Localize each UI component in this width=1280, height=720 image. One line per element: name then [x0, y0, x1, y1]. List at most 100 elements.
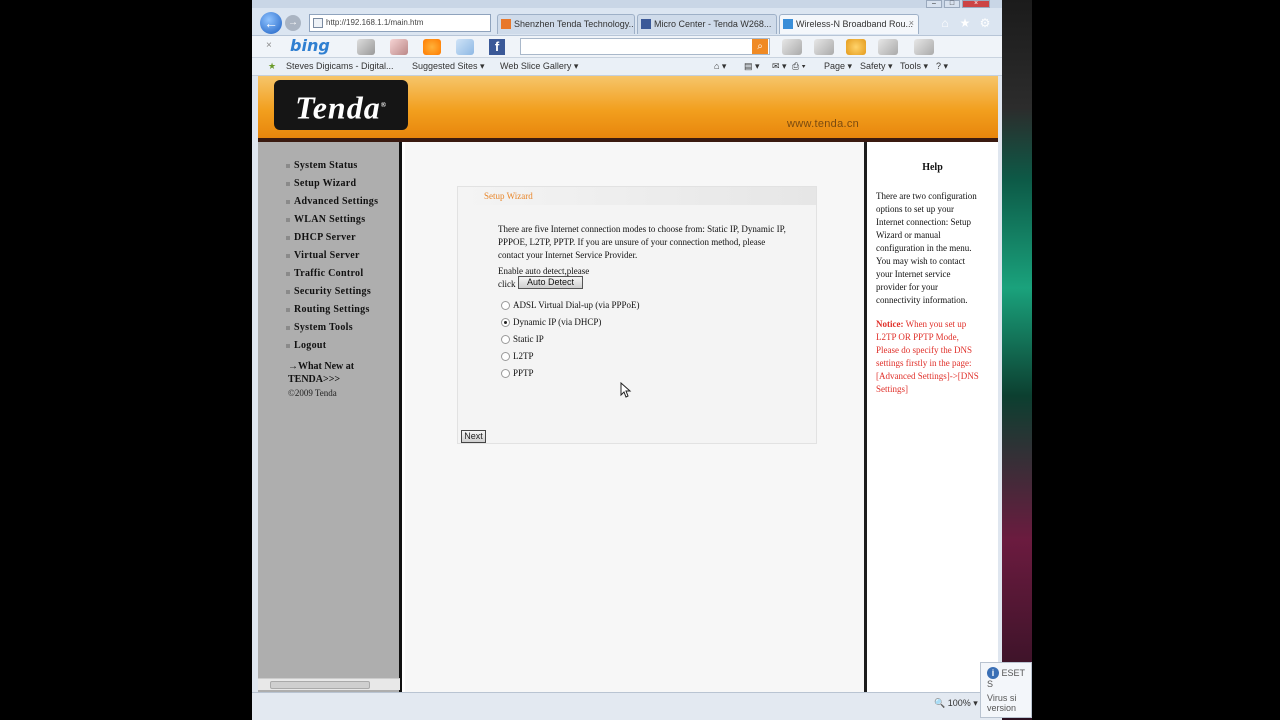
tab-shenzhen-tenda[interactable]: Shenzhen Tenda Technology... [497, 14, 635, 34]
auto-detect-button[interactable]: Auto Detect [518, 276, 583, 289]
next-button[interactable]: Next [461, 430, 486, 443]
favorites-star-icon[interactable]: ★ [268, 61, 276, 72]
notice-text: When you set up L2TP OR PPTP Mode, Pleas… [876, 319, 979, 394]
help-title: Help [922, 162, 943, 173]
gear-icon[interactable]: ⚙ [978, 16, 992, 30]
print-icon[interactable]: ⎙ ▾ [792, 61, 805, 72]
help-icon[interactable]: ? ▾ [936, 61, 948, 72]
whats-new-line: →What New at [288, 361, 355, 372]
help-notice: Notice: When you set up L2TP OR PPTP Mod… [876, 318, 980, 396]
tab-wireless-router[interactable]: Wireless-N Broadband Rou... × [779, 14, 919, 34]
maximize-button[interactable]: □ [944, 0, 960, 8]
tab-label: Shenzhen Tenda Technology... [514, 19, 635, 29]
menu-setup-wizard[interactable]: Setup Wizard [285, 178, 356, 189]
cloud-icon[interactable] [456, 39, 474, 55]
copyright: ©2009 Tenda [288, 388, 337, 398]
maps-icon[interactable] [357, 39, 375, 55]
page-icon [313, 18, 323, 28]
menu-routing-settings[interactable]: Routing Settings [286, 304, 370, 315]
radio-l2tp[interactable] [501, 352, 510, 361]
mouse-cursor-icon [620, 382, 632, 398]
tenda-logo: Tenda® [274, 80, 408, 130]
tools-menu[interactable]: Tools ▾ [900, 61, 928, 72]
radio-label: ADSL Virtual Dial-up (via PPPoE) [513, 300, 640, 310]
toolbar-icon[interactable] [814, 39, 834, 55]
website-link[interactable]: www.tenda.cn [787, 118, 859, 130]
page-menu[interactable]: Page ▾ [824, 61, 852, 72]
favorites-star-icon[interactable]: ★ [958, 16, 972, 30]
logo-text: Tenda [295, 89, 381, 126]
help-column: Help There are two configuration options… [867, 142, 998, 692]
home-icon[interactable]: ⌂ ▾ [714, 61, 726, 72]
menu-dhcp-server[interactable]: DHCP Server [286, 232, 356, 243]
menu-system-tools[interactable]: System Tools [286, 322, 353, 333]
favorites-bar: ★ Steves Digicams - Digital... Suggested… [252, 58, 1002, 76]
radio-pptp[interactable] [501, 369, 510, 378]
menu-security-settings[interactable]: Security Settings [285, 286, 371, 297]
safety-menu[interactable]: Safety ▾ [860, 61, 893, 72]
eset-notification[interactable]: i ESET S Virus si version [980, 662, 1032, 718]
radio-label: PPTP [513, 368, 534, 378]
toolbar-icon[interactable] [914, 39, 934, 55]
forward-button[interactable]: → [285, 15, 301, 31]
zoom-text: 100% [947, 698, 971, 708]
radio-dhcp[interactable] [501, 318, 510, 327]
router-sidebar: System Status Setup Wizard Advanced Sett… [258, 142, 402, 692]
suggested-sites-link[interactable]: Suggested Sites ▾ [412, 61, 485, 72]
toolbar-icon[interactable] [878, 39, 898, 55]
tab-label: Micro Center - Tenda W268... [654, 19, 772, 29]
news-icon[interactable] [390, 39, 408, 55]
facebook-icon[interactable]: f [489, 39, 505, 55]
bing-search-button[interactable]: ⌕ [752, 39, 768, 54]
scrollbar-thumb[interactable] [270, 681, 370, 689]
favorite-link[interactable]: Steves Digicams - Digital... [286, 61, 394, 71]
zoom-level[interactable]: 🔍 100% ▾ [934, 698, 978, 709]
whats-new-line: TENDA>>> [288, 374, 341, 385]
menu-wlan-settings[interactable]: WLAN Settings [285, 214, 365, 225]
weather-icon[interactable] [423, 39, 441, 55]
close-toolbar-icon[interactable]: × [266, 40, 272, 51]
bing-search-input[interactable] [520, 38, 770, 55]
close-tab-icon[interactable]: × [909, 18, 914, 28]
favicon-icon [501, 19, 511, 29]
tab-label: Wireless-N Broadband Rou... [796, 19, 914, 29]
close-window-button[interactable]: × [962, 0, 990, 8]
browser-window: – □ × ← → http://192.168.1.1/main.htm Sh… [252, 0, 1002, 720]
bing-logo[interactable]: bing [290, 36, 330, 55]
wizard-title: Setup Wizard [458, 187, 816, 205]
radio-label: Dynamic IP (via DHCP) [513, 317, 602, 327]
home-icon[interactable]: ⌂ [938, 16, 952, 30]
favicon-icon [783, 19, 793, 29]
whats-new-link[interactable]: →What New at TENDA>>> [288, 360, 354, 386]
title-bar: – □ × [252, 0, 1002, 8]
router-banner: Tenda® www.tenda.cn [258, 76, 998, 138]
notification-text: Virus si [987, 693, 1017, 703]
radio-pppoe[interactable] [501, 301, 510, 310]
menu-traffic-control[interactable]: Traffic Control [285, 268, 363, 279]
main-area: Setup Wizard There are five Internet con… [405, 142, 864, 692]
minimize-button[interactable]: – [926, 0, 942, 8]
info-icon: i [987, 667, 999, 679]
toolbar-icon[interactable] [782, 39, 802, 55]
back-button[interactable]: ← [260, 12, 282, 34]
address-bar[interactable]: http://192.168.1.1/main.htm [309, 14, 491, 32]
menu-advanced-settings[interactable]: Advanced Settings [285, 196, 378, 207]
browser-tools: ⌂ ★ ⚙ [938, 16, 992, 30]
toolbar-icon[interactable] [846, 39, 866, 55]
radio-static-ip[interactable] [501, 335, 510, 344]
notice-label: Notice: [876, 319, 904, 329]
tab-micro-center[interactable]: Micro Center - Tenda W268... [637, 14, 777, 34]
status-bar: 🔍 100% ▾ [252, 692, 1002, 720]
mail-icon[interactable]: ✉ ▾ [772, 61, 787, 72]
menu-virtual-server[interactable]: Virtual Server [286, 250, 360, 261]
navigation-bar: ← → http://192.168.1.1/main.htm Shenzhen… [252, 8, 1002, 36]
address-text: http://192.168.1.1/main.htm [326, 18, 424, 27]
notification-text: version [987, 703, 1017, 713]
feeds-icon[interactable]: ▤ ▾ [744, 61, 760, 72]
horizontal-scrollbar[interactable] [258, 678, 400, 690]
wizard-description: There are five Internet connection modes… [498, 224, 786, 260]
menu-logout[interactable]: Logout [285, 340, 326, 351]
menu-system-status[interactable]: System Status [286, 160, 358, 171]
page-content: Tenda® www.tenda.cn System Status Setup … [258, 76, 998, 692]
web-slice-gallery-link[interactable]: Web Slice Gallery ▾ [500, 61, 578, 72]
